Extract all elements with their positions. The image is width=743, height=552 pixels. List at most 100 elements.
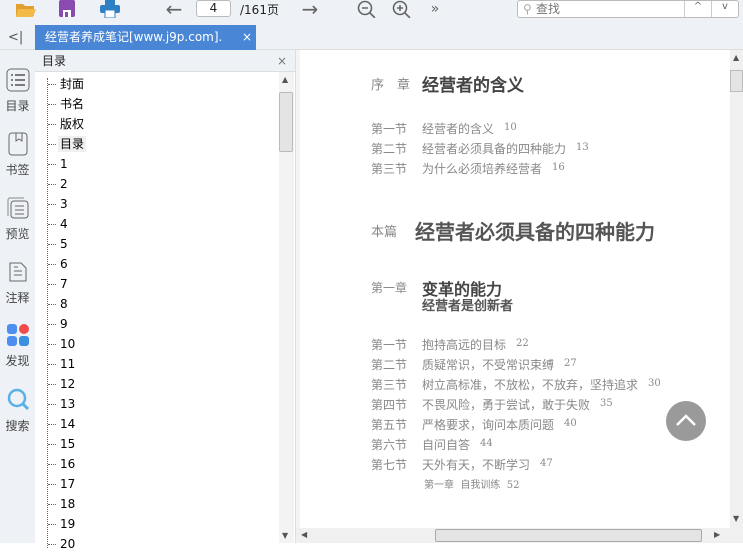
- document-view: 序 章 经营者的含义 第一节 经营者的含义 10 第二节 经营者必须具备的四种能力 13 第…: [296, 50, 743, 543]
- print-icon[interactable]: [98, 0, 122, 18]
- toc-item[interactable]: 目录: [47, 136, 87, 152]
- document-horizontal-scrollbar[interactable]: ◀ ▶: [296, 528, 743, 543]
- prev-page-icon[interactable]: ←: [164, 0, 184, 21]
- training-entry: 第一章 自我训练 52: [424, 480, 520, 491]
- page-total: /161页: [240, 3, 279, 17]
- section-label: 第二节: [371, 142, 408, 156]
- section-label: 第二节: [371, 358, 408, 372]
- left-sidebar: 目录 书签 预览 注释 发现 搜索: [0, 50, 35, 543]
- section-label: 第三节: [371, 378, 408, 392]
- toc-item[interactable]: 14: [47, 416, 77, 432]
- sidebar-label: 目录: [5, 99, 30, 113]
- toc-item[interactable]: 13: [47, 396, 77, 412]
- note-icon: [9, 262, 26, 282]
- toc-item[interactable]: 1: [48, 156, 70, 172]
- toc-item[interactable]: 11: [47, 356, 77, 372]
- search-box: ⚲ ^ v: [517, 0, 739, 18]
- apps-icon: [6, 324, 29, 346]
- toc-panel: 目录 × 封面 书名 版权 目录 1 2 3 4 5 6 7 8 9 10 11 12 13 14 15 16 17 18 1…: [35, 50, 296, 551]
- prologue-label: 序 章: [371, 78, 411, 93]
- sidebar-item-notes[interactable]: 注释: [0, 260, 35, 306]
- section-label: 第三节: [371, 162, 408, 176]
- bookmark-icon: [8, 132, 27, 156]
- sidebar-label: 发现: [5, 354, 30, 368]
- section-page: 47: [540, 458, 553, 469]
- section-page: 16: [552, 162, 565, 173]
- toc-item[interactable]: 5: [48, 236, 70, 252]
- toc-scrollbar-thumb[interactable]: [279, 92, 293, 152]
- sidebar-item-discover[interactable]: 发现: [0, 323, 35, 369]
- section-label: 第四节: [371, 398, 408, 412]
- section-title: 严格要求，询问本质问题: [422, 418, 555, 432]
- toc-scrollbar[interactable]: ▲ ▼: [279, 72, 294, 543]
- open-folder-icon[interactable]: [14, 0, 38, 18]
- toc-item[interactable]: 版权: [47, 116, 86, 132]
- save-icon[interactable]: [56, 0, 78, 18]
- toolbar: ← 4 /161页 → » ⚲ ^ v: [0, 0, 743, 25]
- toc-close-button[interactable]: ×: [277, 50, 287, 72]
- tab-label: 经营者养成笔记[www.j9p.com].: [45, 30, 223, 44]
- tab-document[interactable]: 经营者养成笔记[www.j9p.com]. ×: [35, 25, 256, 50]
- prologue-title: 经营者的含义: [422, 76, 524, 96]
- zoom-out-icon[interactable]: [357, 0, 377, 18]
- toc-item[interactable]: 4: [48, 216, 70, 232]
- toc-item[interactable]: 7: [48, 276, 70, 292]
- toc-item[interactable]: 3: [48, 196, 70, 212]
- section-page: 40: [564, 418, 577, 429]
- toc-item[interactable]: 16: [47, 456, 77, 472]
- sidebar-item-preview[interactable]: 预览: [0, 196, 35, 242]
- section-title: 经营者的含义: [422, 122, 495, 136]
- page-number-input[interactable]: 4: [196, 0, 231, 17]
- section-title: 天外有天，不断学习: [422, 458, 531, 472]
- toc-item[interactable]: 书名: [47, 96, 86, 112]
- zoom-in-icon[interactable]: [392, 0, 412, 18]
- chapter-subtitle: 经营者是创新者: [422, 299, 514, 314]
- sidebar-label: 书签: [5, 163, 30, 177]
- collapse-sidebar-button[interactable]: <|: [8, 30, 23, 45]
- search-input[interactable]: [536, 1, 681, 17]
- section-title: 自问自答: [422, 438, 471, 452]
- tab-close-button[interactable]: ×: [242, 25, 256, 50]
- toc-item[interactable]: 17: [47, 476, 77, 492]
- section-label: 第一节: [371, 338, 408, 352]
- back-to-top-button[interactable]: [666, 401, 706, 441]
- document-vertical-scrollbar[interactable]: ▲ ▼: [730, 50, 743, 528]
- toc-item[interactable]: 8: [48, 296, 70, 312]
- sidebar-item-bookmarks[interactable]: 书签: [0, 132, 35, 178]
- section-page: 27: [564, 358, 577, 369]
- search-icon: ⚲: [523, 2, 532, 16]
- section-page: 30: [648, 378, 661, 389]
- next-page-icon[interactable]: →: [300, 0, 320, 21]
- toc-item[interactable]: 19: [47, 516, 77, 532]
- section-title: 树立高标准，不放松，不放弃，坚持追求: [422, 378, 639, 392]
- toc-item[interactable]: 封面: [47, 76, 86, 92]
- more-tools-button[interactable]: »: [428, 0, 442, 18]
- part-title: 经营者必须具备的四种能力: [415, 220, 655, 244]
- list-icon: [6, 68, 29, 92]
- section-label: 第五节: [371, 418, 408, 432]
- toc-item[interactable]: 20: [47, 536, 77, 552]
- sidebar-item-toc[interactable]: 目录: [0, 68, 35, 114]
- chevron-up-icon: [676, 414, 696, 426]
- section-title: 为什么必须培养经营者: [422, 162, 543, 176]
- search-next-button[interactable]: v: [711, 1, 738, 17]
- toc-item[interactable]: 10: [47, 336, 77, 352]
- section-title: 抱持高远的目标: [422, 338, 507, 352]
- search-icon: [7, 388, 29, 411]
- chapter-label: 第一章: [371, 281, 408, 295]
- sidebar-label: 预览: [5, 227, 30, 241]
- sidebar-label: 搜索: [5, 419, 30, 433]
- section-label: 第一节: [371, 122, 408, 136]
- sidebar-item-search[interactable]: 搜索: [0, 388, 35, 434]
- toc-item[interactable]: 2: [48, 176, 70, 192]
- search-prev-button[interactable]: ^: [684, 1, 711, 17]
- toc-item[interactable]: 15: [47, 436, 77, 452]
- document-vscroll-thumb[interactable]: [730, 70, 743, 92]
- pages-icon: [7, 197, 28, 219]
- section-title: 质疑常识，不受常识束缚: [422, 358, 555, 372]
- toc-item[interactable]: 18: [47, 496, 77, 512]
- document-hscroll-thumb[interactable]: [435, 529, 702, 542]
- toc-item[interactable]: 9: [48, 316, 70, 332]
- toc-item[interactable]: 6: [48, 256, 70, 272]
- toc-item[interactable]: 12: [47, 376, 77, 392]
